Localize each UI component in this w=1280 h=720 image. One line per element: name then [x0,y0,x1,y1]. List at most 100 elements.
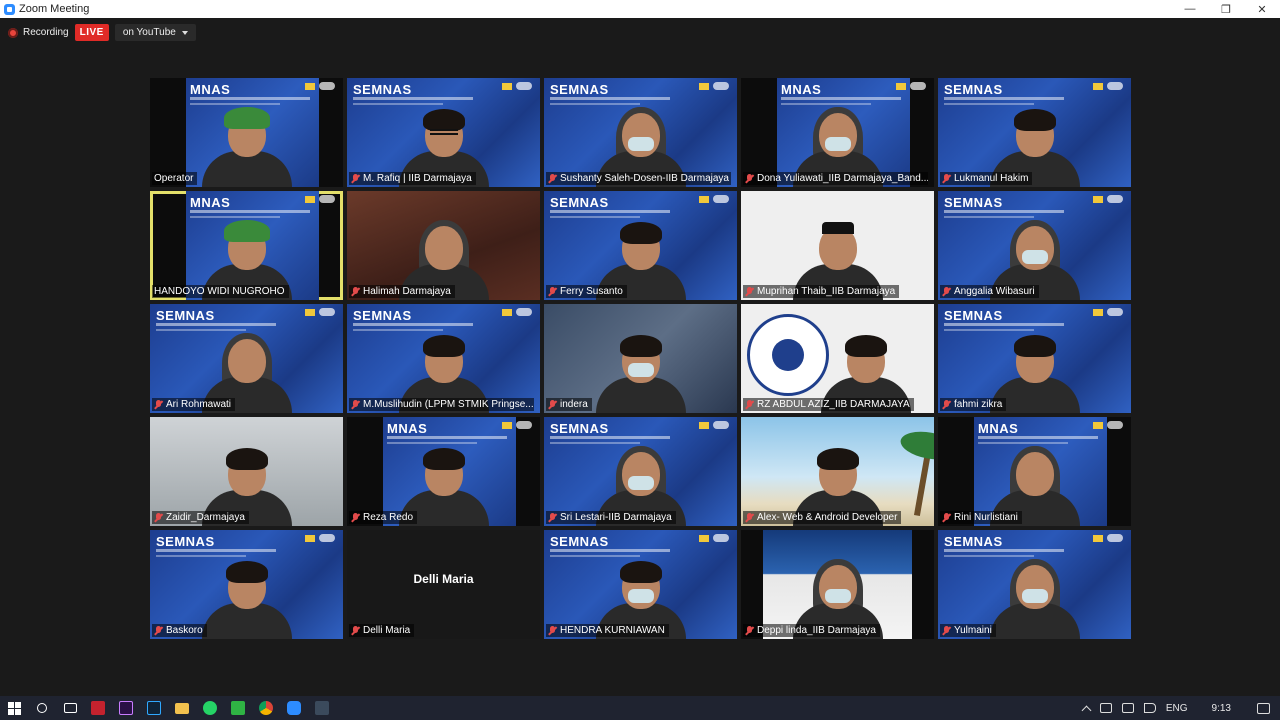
face-mask [824,137,851,151]
participant-name: Rini Nurlistiani [954,512,1018,523]
participant-tile[interactable]: SEMNAS fahmi zikra [938,304,1131,413]
participant-tile[interactable]: MNAS Operator [150,78,343,187]
institution-logo [910,82,926,90]
participant-name: RZ ABDUL AZIZ_IIB DARMAJAYA [757,399,910,410]
participant-name-label: Yulmaini [940,624,996,637]
face-mask [824,589,851,603]
person-hair [816,448,859,470]
muted-mic-icon [154,512,163,523]
notifications-icon[interactable] [1257,702,1270,714]
institution-logo [319,308,335,316]
muted-mic-icon [548,173,557,184]
taskbar-app-terminal[interactable] [308,696,336,720]
taskbar-chrome[interactable] [252,696,280,720]
green-cap [223,107,270,129]
banner-tag [699,83,709,90]
zoom-icon [287,701,301,715]
banner-tag [1093,196,1103,203]
banner-tag [699,196,709,203]
participant-name: Dona Yuliawati_IIB Darmajaya_Band... [757,173,928,184]
taskbar-premiere[interactable] [112,696,140,720]
person-hair [1013,335,1056,357]
banner-subtitle-line [353,323,473,326]
participant-name-label: fahmi zikra [940,398,1007,411]
participant-name-label: RZ ABDUL AZIZ_IIB DARMAJAYA [743,398,914,411]
tray-overflow-icon[interactable] [1081,705,1092,715]
participant-name-label: Sushanty Saleh-Dosen-IIB Darmajaya [546,172,731,185]
participant-tile[interactable]: Halimah Darmajaya [347,191,540,300]
institution-logo [1107,308,1123,316]
participant-tile[interactable]: MNAS HANDOYO WIDI NUGROHO [150,191,343,300]
participant-tile[interactable]: MNAS Dona Yuliawati_IIB Darmajaya_Band... [741,78,934,187]
taskbar-app-red[interactable] [84,696,112,720]
participant-tile[interactable]: Zaidir_Darmajaya [150,417,343,526]
participant-tile[interactable]: SEMNAS Ferry Susanto [544,191,737,300]
participant-tile[interactable]: MNAS Reza Redo [347,417,540,526]
muted-mic-icon [745,173,754,184]
task-view-button[interactable] [56,696,84,720]
taskbar-photoshop[interactable] [140,696,168,720]
stream-target-label: on YouTube [122,27,176,38]
muted-mic-icon [154,625,163,636]
taskbar-file-explorer[interactable] [168,696,196,720]
whatsapp-icon [203,701,217,715]
live-badge[interactable]: LIVE [74,24,109,41]
muted-mic-icon [548,512,557,523]
taskbar-app-green[interactable] [224,696,252,720]
muted-mic-icon [942,625,951,636]
participant-tile[interactable]: SEMNAS M. Rafiq | IIB Darmajaya [347,78,540,187]
search-button[interactable] [28,696,56,720]
language-indicator[interactable]: ENG [1166,703,1188,714]
participant-name-label: Lukmanul Hakim [940,172,1033,185]
palm-tree [913,446,933,516]
banner-subtitle-line [944,549,1064,552]
participant-tile[interactable]: SEMNAS Lukmanul Hakim [938,78,1131,187]
participant-tile[interactable]: Delli Maria Delli Maria [347,530,540,639]
minimize-button[interactable]: — [1172,0,1208,18]
clock[interactable]: 9:13 [1212,703,1231,714]
start-button[interactable] [0,696,28,720]
participant-name: M.Muslihudin (LPPM STMIK Pringse... [363,399,534,410]
chevron-down-icon [181,30,188,35]
participant-tile[interactable]: SEMNAS Baskoro [150,530,343,639]
participant-name: Sri Lestari-IIB Darmajaya [560,512,672,523]
participant-tile[interactable]: SEMNAS Yulmaini [938,530,1131,639]
taskbar-zoom[interactable] [280,696,308,720]
network-icon[interactable] [1121,703,1134,713]
participant-tile[interactable]: Muprihan Thaib_IIB Darmajaya [741,191,934,300]
participant-name: indera [560,399,588,410]
folder-icon [175,702,189,714]
participant-video [989,557,1080,639]
participant-tile[interactable]: SEMNAS Sri Lestari-IIB Darmajaya [544,417,737,526]
volume-icon[interactable] [1143,703,1156,713]
background-banner-text: SEMNAS [550,534,609,549]
participant-tile[interactable]: SEMNAS Sushanty Saleh-Dosen-IIB Darmajaya [544,78,737,187]
participant-tile[interactable]: SEMNAS Anggalia Wibasuri [938,191,1131,300]
participant-name-label: HENDRA KURNIAWAN [546,624,669,637]
participant-tile[interactable]: MNAS Rini Nurlistiani [938,417,1131,526]
battery-icon[interactable] [1099,703,1112,713]
participant-tile[interactable]: Deppi linda_IIB Darmajaya [741,530,934,639]
close-button[interactable]: ✕ [1244,0,1280,18]
taskbar-whatsapp[interactable] [196,696,224,720]
participant-name-label: Ferry Susanto [546,285,627,298]
stream-target-dropdown[interactable]: on YouTube [114,24,196,41]
banner-tag [305,83,315,90]
muted-mic-icon [548,399,557,410]
muted-mic-icon [548,286,557,297]
participant-name-label: Operator [152,172,198,185]
participant-tile[interactable]: RZ ABDUL AZIZ_IIB DARMAJAYA [741,304,934,413]
banner-tag [502,83,512,90]
maximize-button[interactable]: ❐ [1208,0,1244,18]
participant-tile[interactable]: indera [544,304,737,413]
participant-tile[interactable]: SEMNAS M.Muslihudin (LPPM STMIK Pringse..… [347,304,540,413]
participant-name-label: Muprihan Thaib_IIB Darmajaya [743,285,900,298]
banner-subtitle-line [353,97,473,100]
background-banner-text: MNAS [190,195,231,210]
participant-tile[interactable]: SEMNAS Ari Rohmawati [150,304,343,413]
muted-mic-icon [351,625,360,636]
participant-tile[interactable]: SEMNAS HENDRA KURNIAWAN [544,530,737,639]
recording-indicator[interactable]: Recording [8,27,69,38]
participant-tile[interactable]: Alex- Web & Android Developer [741,417,934,526]
participant-name-label: Ari Rohmawati [152,398,236,411]
